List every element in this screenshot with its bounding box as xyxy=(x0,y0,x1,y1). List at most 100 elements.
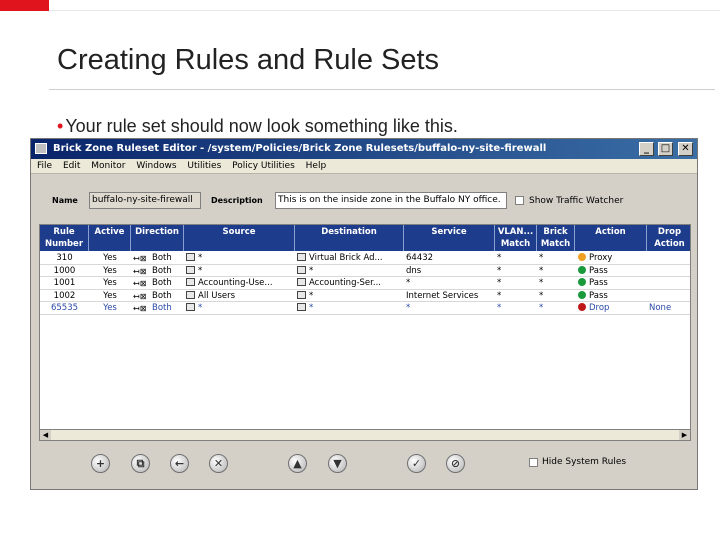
table-row[interactable]: 1002 Yes ↤⊠ Both All Users * Internet Services… xyxy=(40,290,690,302)
cell-destination: Virtual Brick Ad... xyxy=(297,252,404,264)
cell-vlan: * xyxy=(497,252,537,264)
menu-utilities[interactable]: Utilities xyxy=(187,159,221,174)
horizontal-scrollbar[interactable]: ◀ ▶ xyxy=(39,429,691,441)
cell-text: Both xyxy=(152,253,172,263)
cell-drop xyxy=(649,290,690,302)
cell-text: Pass xyxy=(589,290,608,301)
cell-action: Drop xyxy=(578,302,647,314)
cell-drop xyxy=(649,277,690,289)
cell-text: Pass xyxy=(589,278,608,288)
description-field[interactable]: This is on the inside zone in the Buffal… xyxy=(275,192,507,209)
cancel-button[interactable]: ⊘ xyxy=(446,454,465,473)
cell-source: * xyxy=(186,252,295,264)
cell-text: * xyxy=(198,303,203,313)
apply-button[interactable]: ✓ xyxy=(407,454,426,473)
menu-monitor[interactable]: Monitor xyxy=(91,159,125,174)
menu-policy-utilities[interactable]: Policy Utilities xyxy=(232,159,295,174)
maximize-button[interactable]: □ xyxy=(658,142,673,156)
cell-text: 310 xyxy=(56,253,73,263)
cell-text: Proxy xyxy=(589,253,613,263)
cell-text: * xyxy=(539,253,544,263)
cell-text: 1001 xyxy=(53,278,76,288)
table-row[interactable]: 310 Yes ↤⊠ Both * Virtual Brick Ad... 64432 * * P… xyxy=(40,252,690,265)
cell-rule: 310 xyxy=(42,252,87,264)
slide-accent-bar xyxy=(0,0,49,11)
copy-rule-button[interactable]: ⧉ xyxy=(131,454,150,473)
menu-help[interactable]: Help xyxy=(306,159,327,174)
add-rule-button[interactable]: + xyxy=(91,454,110,473)
action-status-icon xyxy=(578,253,586,261)
cell-text: * xyxy=(497,303,502,313)
cell-text: Yes xyxy=(103,265,117,276)
scroll-right-icon[interactable]: ▶ xyxy=(679,430,690,440)
cell-text: None xyxy=(649,303,672,313)
menu-edit[interactable]: Edit xyxy=(63,159,80,174)
cell-text: * xyxy=(539,265,544,276)
table-row[interactable]: 65535 Yes ↤⊠ Both * * * * * Drop None xyxy=(40,302,690,315)
window-titlebar[interactable]: Brick Zone Ruleset Editor - /system/Poli… xyxy=(31,139,697,159)
host-group-icon xyxy=(297,303,306,311)
table-header: Rule Number Active Direction Source Dest… xyxy=(40,225,690,251)
menu-file[interactable]: File xyxy=(37,159,52,174)
cell-source: All Users xyxy=(186,290,295,302)
action-status-icon xyxy=(578,278,586,286)
direction-both-icon: ↤⊠ xyxy=(133,254,147,263)
name-field[interactable]: buffalo-ny-site-firewall xyxy=(89,192,201,209)
cell-direction: ↤⊠ Both xyxy=(133,290,184,302)
header-brick-match[interactable]: Brick Match xyxy=(537,225,575,251)
cell-text: Accounting-Ser... xyxy=(309,278,381,288)
cell-drop xyxy=(649,252,690,264)
ruleset-editor-window: Brick Zone Ruleset Editor - /system/Poli… xyxy=(30,138,698,490)
cell-service: * xyxy=(406,277,495,289)
cell-action: Proxy xyxy=(578,252,647,264)
cell-action: Pass xyxy=(578,277,647,289)
cell-text: Yes xyxy=(103,278,117,288)
cell-text: * xyxy=(309,265,314,276)
cell-text: Accounting-Use... xyxy=(198,278,273,288)
cell-text: * xyxy=(497,265,502,276)
cell-text: Yes xyxy=(103,303,117,313)
hide-system-rules-checkbox[interactable] xyxy=(529,458,538,467)
cell-text: 65535 xyxy=(50,303,79,313)
cell-brick: * xyxy=(539,252,575,264)
scroll-left-icon[interactable]: ◀ xyxy=(40,430,51,440)
cell-direction: ↤⊠ Both xyxy=(133,252,184,264)
delete-rule-button[interactable]: ✕ xyxy=(209,454,228,473)
cell-action: Pass xyxy=(578,290,647,302)
cell-text: * xyxy=(406,303,411,313)
minimize-button[interactable]: _ xyxy=(639,142,654,156)
close-button[interactable]: ✕ xyxy=(678,142,693,156)
header-direction[interactable]: Direction xyxy=(131,225,184,251)
header-rule-number[interactable]: Rule Number xyxy=(40,225,89,251)
host-group-icon xyxy=(297,265,306,274)
move-up-button[interactable]: ▲ xyxy=(288,454,307,473)
header-source[interactable]: Source xyxy=(184,225,295,251)
cell-text: * xyxy=(539,303,544,313)
back-button[interactable]: ← xyxy=(170,454,189,473)
header-action[interactable]: Action xyxy=(575,225,647,251)
table-row[interactable]: 1001 Yes ↤⊠ Both Accounting-Use... Accounting… xyxy=(40,277,690,290)
table-row[interactable]: 1000 Yes ↤⊠ Both * * dns * * Pass xyxy=(40,265,690,277)
cell-rule: 1000 xyxy=(42,265,87,277)
name-label: Name xyxy=(52,196,78,205)
direction-both-icon: ↤⊠ xyxy=(133,304,147,313)
show-traffic-checkbox[interactable] xyxy=(515,196,524,205)
header-drop-action[interactable]: Drop Action xyxy=(647,225,690,251)
show-traffic-label: Show Traffic Watcher xyxy=(529,196,624,206)
cell-text: dns xyxy=(406,265,422,276)
cell-text: Both xyxy=(152,290,172,301)
bullet-text: • Your rule set should now look something… xyxy=(57,116,458,137)
cell-text: * xyxy=(198,265,203,276)
header-service[interactable]: Service xyxy=(404,225,495,251)
move-down-button[interactable]: ▼ xyxy=(328,454,347,473)
host-group-icon xyxy=(297,290,306,299)
cell-vlan: * xyxy=(497,290,537,302)
action-status-icon xyxy=(578,290,586,299)
header-active[interactable]: Active xyxy=(89,225,131,251)
title-divider xyxy=(49,89,715,90)
header-vlan-match[interactable]: VLAN... Match xyxy=(495,225,537,251)
cell-active: Yes xyxy=(89,302,131,314)
cell-text: * xyxy=(309,290,314,301)
header-destination[interactable]: Destination xyxy=(295,225,404,251)
menu-windows[interactable]: Windows xyxy=(136,159,176,174)
